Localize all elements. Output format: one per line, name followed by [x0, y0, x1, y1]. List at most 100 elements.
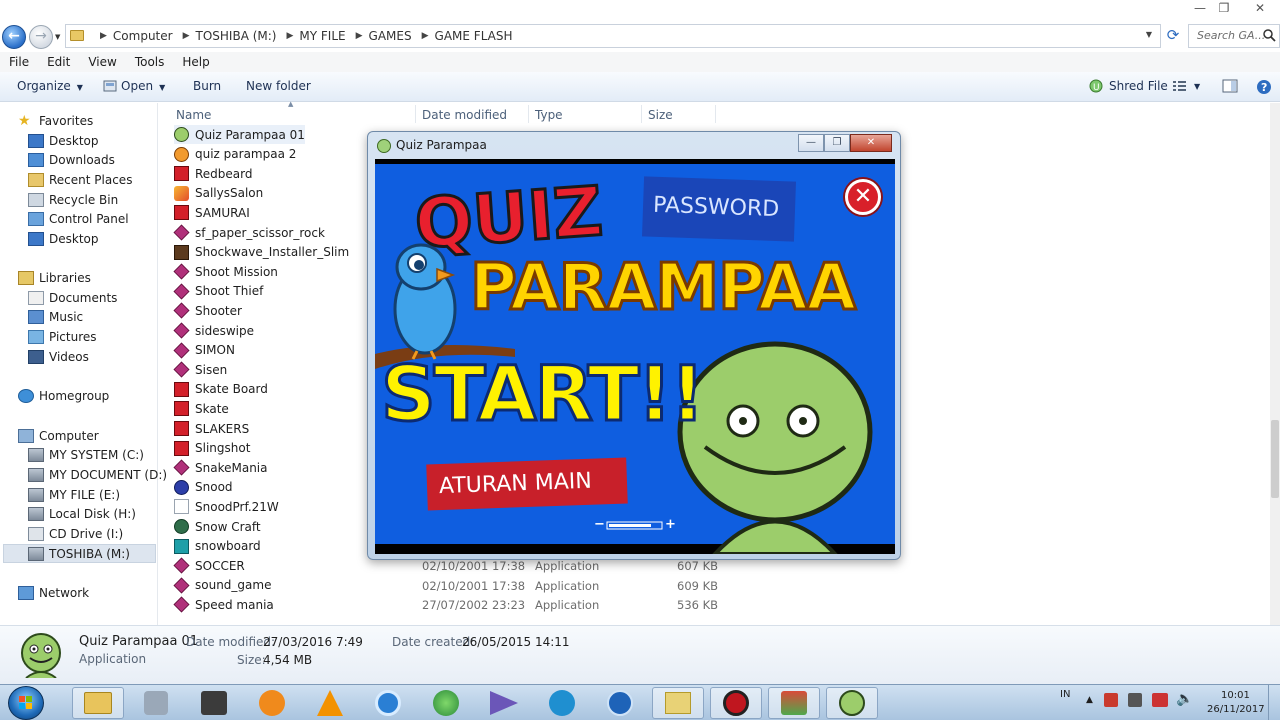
- breadcrumb-game-flash[interactable]: GAME FLASH: [435, 29, 513, 43]
- nav-recent-places[interactable]: Recent Places: [28, 170, 132, 189]
- nav-drive-c[interactable]: MY SYSTEM (C:): [28, 445, 144, 464]
- address-dropdown-icon[interactable]: ▼: [1146, 30, 1152, 39]
- nav-control-panel[interactable]: Control Panel: [28, 209, 129, 228]
- menu-edit[interactable]: Edit: [38, 55, 79, 69]
- file-row[interactable]: Shoot Mission: [173, 262, 278, 281]
- file-row[interactable]: Shoot Thief: [173, 282, 263, 301]
- search-icon[interactable]: [1262, 28, 1276, 42]
- file-row[interactable]: snowboard: [174, 537, 261, 556]
- file-row[interactable]: Quiz Parampaa 01: [174, 125, 305, 144]
- breadcrumb-toshiba[interactable]: TOSHIBA (M:): [196, 29, 277, 43]
- nav-favorites[interactable]: ★ Favorites: [18, 111, 93, 130]
- game-maximize-button[interactable]: ❐: [824, 134, 850, 152]
- new-folder-button[interactable]: New folder: [246, 79, 311, 93]
- file-row[interactable]: sideswipe: [173, 321, 254, 340]
- nav-libraries[interactable]: Libraries: [18, 268, 91, 287]
- column-divider[interactable]: [528, 105, 529, 123]
- file-row[interactable]: SnakeMania: [173, 458, 267, 477]
- file-row[interactable]: SAMURAI: [174, 203, 250, 222]
- search-input[interactable]: Search GA...: [1197, 29, 1265, 42]
- address-bar[interactable]: ▶ Computer ▶ TOSHIBA (M:) ▶ MY FILE ▶ GA…: [65, 24, 1161, 48]
- nav-videos[interactable]: Videos: [28, 347, 89, 366]
- taskbar-app-9[interactable]: [536, 687, 588, 719]
- taskbar-explorer[interactable]: [72, 687, 124, 719]
- open-button[interactable]: Open ▼: [121, 79, 165, 93]
- shred-file-button[interactable]: Shred File: [1109, 79, 1168, 93]
- show-hidden-icons-icon[interactable]: ▲: [1086, 695, 1093, 705]
- nav-drive-i[interactable]: CD Drive (I:): [28, 524, 123, 543]
- taskbar-app-2[interactable]: [130, 687, 182, 719]
- volume-plus-button[interactable]: +: [665, 517, 676, 532]
- nav-computer[interactable]: Computer: [18, 426, 99, 445]
- nav-drive-d[interactable]: MY DOCUMENT (D:): [28, 465, 167, 484]
- file-row[interactable]: SOCCER: [173, 556, 245, 575]
- file-row[interactable]: Redbeard: [174, 164, 253, 183]
- nav-desktop-2[interactable]: Desktop: [28, 229, 99, 248]
- column-type[interactable]: Type: [535, 108, 563, 122]
- back-button[interactable]: ←: [2, 25, 26, 49]
- breadcrumb-separator-icon[interactable]: ▶: [183, 31, 190, 41]
- nav-drive-m[interactable]: TOSHIBA (M:): [3, 544, 156, 563]
- file-row[interactable]: SIMON: [173, 341, 235, 360]
- nav-music[interactable]: Music: [28, 307, 83, 326]
- forward-button[interactable]: →: [29, 25, 53, 49]
- nav-recycle-bin[interactable]: Recycle Bin: [28, 190, 118, 209]
- clock-time[interactable]: 10:01: [1221, 690, 1250, 701]
- game-minimize-button[interactable]: —: [798, 134, 824, 152]
- view-options-icon[interactable]: [1172, 79, 1188, 93]
- breadcrumb-games[interactable]: GAMES: [369, 29, 412, 43]
- recent-pages-dropdown[interactable]: ▼: [55, 33, 60, 41]
- scrollbar-thumb[interactable]: [1271, 420, 1279, 498]
- breadcrumb-separator-icon[interactable]: ▶: [356, 31, 363, 41]
- breadcrumb-my-file[interactable]: MY FILE: [299, 29, 345, 43]
- file-row[interactable]: Speed mania: [173, 595, 274, 614]
- menu-file[interactable]: File: [0, 55, 38, 69]
- tray-app-icon[interactable]: [1104, 693, 1118, 707]
- column-size[interactable]: Size: [648, 108, 673, 122]
- nav-documents[interactable]: Documents: [28, 288, 117, 307]
- taskbar-app-7[interactable]: [420, 687, 472, 719]
- file-row[interactable]: Shockwave_Installer_Slim: [174, 243, 349, 262]
- tray-device-icon[interactable]: [1128, 693, 1142, 707]
- file-row[interactable]: Sisen: [173, 360, 227, 379]
- file-row[interactable]: SnoodPrf.21W: [174, 497, 279, 516]
- column-date-modified[interactable]: Date modified: [422, 108, 507, 122]
- taskbar-app-11[interactable]: [652, 687, 704, 719]
- file-row[interactable]: Snow Craft: [174, 517, 261, 536]
- game-window[interactable]: Quiz Parampaa — ❐ ✕ QUIZ PARAMPAA PASSWO…: [367, 131, 901, 560]
- rules-button[interactable]: ATURAN MAIN: [426, 457, 628, 511]
- menu-view[interactable]: View: [79, 55, 125, 69]
- file-row[interactable]: Skate: [174, 399, 229, 418]
- taskbar-vlc[interactable]: [304, 687, 356, 719]
- file-row[interactable]: Slingshot: [174, 439, 250, 458]
- network-status-icon[interactable]: [1152, 693, 1168, 707]
- clock-date[interactable]: 26/11/2017: [1207, 704, 1265, 715]
- breadcrumb-computer[interactable]: Computer: [113, 29, 173, 43]
- nav-homegroup[interactable]: Homegroup: [18, 386, 109, 405]
- show-desktop-button[interactable]: [1268, 685, 1280, 720]
- file-row[interactable]: sound_game: [173, 576, 271, 595]
- vertical-scrollbar[interactable]: [1270, 103, 1280, 625]
- close-button[interactable]: ✕: [1246, 0, 1274, 18]
- password-button[interactable]: PASSWORD: [641, 176, 797, 242]
- game-close-button[interactable]: ✕: [850, 134, 892, 152]
- file-row[interactable]: Skate Board: [174, 380, 268, 399]
- maximize-button[interactable]: ❐: [1210, 0, 1238, 18]
- column-name[interactable]: Name: [176, 108, 211, 122]
- help-icon[interactable]: ?: [1256, 79, 1272, 95]
- file-row[interactable]: Snood: [174, 478, 233, 497]
- breadcrumb-separator-icon[interactable]: ▶: [422, 31, 429, 41]
- game-exit-button[interactable]: ✕: [845, 179, 881, 215]
- menu-tools[interactable]: Tools: [126, 55, 174, 69]
- taskbar-app-10[interactable]: [594, 687, 646, 719]
- taskbar-quiz-parampaa[interactable]: [826, 687, 878, 719]
- file-row[interactable]: Shooter: [173, 301, 242, 320]
- column-divider[interactable]: [641, 105, 642, 123]
- nav-drive-h[interactable]: Local Disk (H:): [28, 504, 136, 523]
- breadcrumb-separator-icon[interactable]: ▶: [286, 31, 293, 41]
- search-box[interactable]: Search GA...: [1188, 24, 1280, 48]
- file-row[interactable]: SallysSalon: [174, 184, 263, 203]
- column-divider[interactable]: [415, 105, 416, 123]
- menu-help[interactable]: Help: [173, 55, 218, 69]
- column-divider[interactable]: [715, 105, 716, 123]
